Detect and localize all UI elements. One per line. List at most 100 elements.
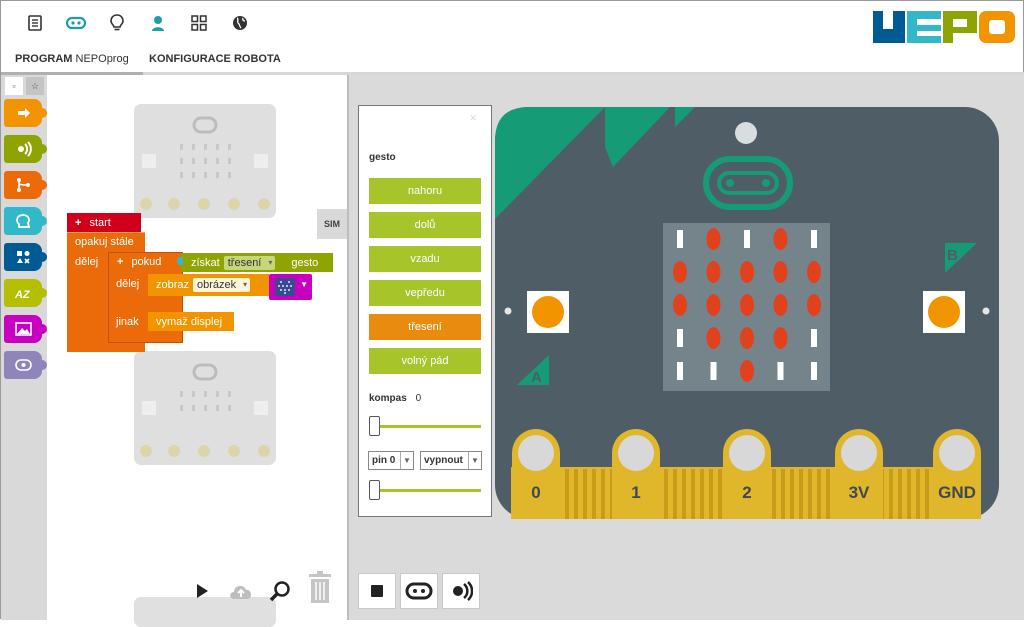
program-name: NEPOprog xyxy=(75,53,129,65)
button-b[interactable] xyxy=(928,296,960,328)
toolbox-basic-toggle[interactable]: ▫ xyxy=(5,77,23,95)
image-preview-icon xyxy=(275,278,295,296)
show-image-block[interactable]: zobraz obrázek xyxy=(148,274,269,296)
microbit-board: A B 0 1 2 3V GND xyxy=(495,107,999,519)
toolbox-category-logic[interactable] xyxy=(4,207,47,235)
toolbox-category-sensor[interactable] xyxy=(4,135,47,163)
gesture-dropdown[interactable]: třesení xyxy=(223,255,276,270)
connector-finger xyxy=(583,469,587,519)
pin-label: 2 xyxy=(742,483,751,502)
else-label: jinak xyxy=(116,316,139,328)
grid-icon[interactable] xyxy=(189,13,209,33)
clear-display-block[interactable]: vymaž displej xyxy=(148,312,234,331)
nepo-logo xyxy=(873,11,1015,43)
lightbulb-icon[interactable] xyxy=(107,13,127,33)
robot-icon[interactable] xyxy=(66,13,86,33)
globe-icon[interactable] xyxy=(230,13,250,33)
toolbox-expert-toggle[interactable]: ☆ xyxy=(26,77,44,95)
connector-finger xyxy=(772,469,776,519)
toolbox-category-action[interactable] xyxy=(4,99,47,127)
pin-slider[interactable] xyxy=(369,480,481,500)
connector-notch xyxy=(177,257,183,265)
pin-gnd[interactable]: GND xyxy=(933,429,981,519)
pin-hole xyxy=(841,435,877,471)
start-block[interactable]: + start xyxy=(67,213,141,232)
gesture-button[interactable]: třesení xyxy=(369,314,481,340)
run-icon[interactable] xyxy=(185,574,219,608)
image-block[interactable]: ▼ xyxy=(269,274,312,300)
compass-slider[interactable] xyxy=(369,416,481,436)
toolbox-category-text[interactable]: AZ xyxy=(4,279,47,307)
chevron-down-icon[interactable]: ▼ xyxy=(300,280,308,289)
pin-select-value: pin 0 xyxy=(372,455,396,466)
toolbox-category-variable[interactable] xyxy=(4,351,47,379)
pin-3v[interactable]: 3V xyxy=(835,429,883,519)
chevron-down-icon: ▼ xyxy=(468,452,481,469)
pin-select[interactable]: pin 0 ▼ xyxy=(368,451,414,470)
pin-mode-select[interactable]: vypnout ▼ xyxy=(420,451,482,470)
tab-config-label: KONFIGURACE ROBOTA xyxy=(149,53,281,65)
logo-eye xyxy=(762,179,770,187)
connector-finger xyxy=(898,469,902,519)
gesture-section-label: gesto xyxy=(369,152,396,163)
show-dropdown[interactable]: obrázek xyxy=(193,278,251,292)
pin-2[interactable]: 2 xyxy=(723,429,771,519)
stop-icon[interactable] xyxy=(358,573,396,609)
compass-label-row: kompas 0 xyxy=(369,393,421,404)
block-highlight xyxy=(67,232,145,233)
plus-icon: + xyxy=(117,256,124,268)
toolbox-category-image[interactable] xyxy=(4,315,47,343)
pin-1[interactable]: 1 xyxy=(612,429,660,519)
document-icon[interactable] xyxy=(25,13,45,33)
led-off xyxy=(710,362,717,380)
trash-icon[interactable] xyxy=(303,571,337,605)
gesture-button[interactable]: nahoru xyxy=(369,178,481,204)
led-on xyxy=(807,294,821,316)
toolbox-category-math[interactable] xyxy=(4,243,47,271)
connector-finger xyxy=(907,469,911,519)
gesture-label: gesto xyxy=(291,256,319,269)
gesture-button[interactable]: dolů xyxy=(369,212,481,238)
tab-program-label: PROGRAM xyxy=(15,53,73,65)
led-on xyxy=(740,294,754,316)
pin-label: 0 xyxy=(531,483,540,502)
connector-finger xyxy=(673,469,677,519)
led-off xyxy=(811,362,817,380)
pin-0[interactable]: 0 xyxy=(512,429,560,519)
app-frame: PROGRAM NEPOprog KONFIGURACE ROBOTA ▫ ☆ … xyxy=(0,0,1024,627)
zoom-icon[interactable] xyxy=(263,574,297,608)
text-icon: AZ xyxy=(15,289,31,301)
connector-finger xyxy=(691,469,695,519)
gesture-button[interactable]: volný pád xyxy=(369,348,481,374)
cloud-upload-icon[interactable] xyxy=(224,574,258,608)
led-on xyxy=(673,261,687,283)
tab-robot-configuration[interactable]: KONFIGURACE ROBOTA xyxy=(149,53,281,65)
sim-toggle-tab[interactable]: SIM xyxy=(317,209,347,239)
tab-bar: PROGRAM NEPOprog KONFIGURACE ROBOTA xyxy=(1,45,1024,75)
user-icon[interactable] xyxy=(148,13,168,33)
button-a[interactable] xyxy=(532,296,564,328)
led-on xyxy=(740,360,754,382)
chevron-down-icon: ▼ xyxy=(400,452,413,469)
close-icon[interactable]: × xyxy=(469,110,477,125)
robot-icon[interactable] xyxy=(400,573,438,609)
connector-finger xyxy=(592,469,596,519)
sound-icon[interactable] xyxy=(442,573,480,609)
pin-label: 1 xyxy=(631,483,640,502)
board-hole xyxy=(982,307,990,315)
connector-finger xyxy=(664,469,668,519)
led-off xyxy=(811,230,817,248)
led-on xyxy=(673,294,687,316)
gesture-button[interactable]: vepředu xyxy=(369,280,481,306)
slider-thumb[interactable] xyxy=(369,416,380,436)
toolbox-category-control[interactable] xyxy=(4,171,47,199)
connector-finger xyxy=(718,469,722,519)
connector-finger xyxy=(916,469,920,519)
slider-thumb[interactable] xyxy=(369,480,380,500)
logic-icon xyxy=(15,214,30,228)
board-led xyxy=(735,122,757,144)
get-gesture-block[interactable]: získat třesení gesto xyxy=(181,253,333,272)
compass-label: kompas xyxy=(369,393,407,404)
tab-program[interactable]: PROGRAM NEPOprog xyxy=(1,53,143,75)
gesture-button[interactable]: vzadu xyxy=(369,246,481,272)
